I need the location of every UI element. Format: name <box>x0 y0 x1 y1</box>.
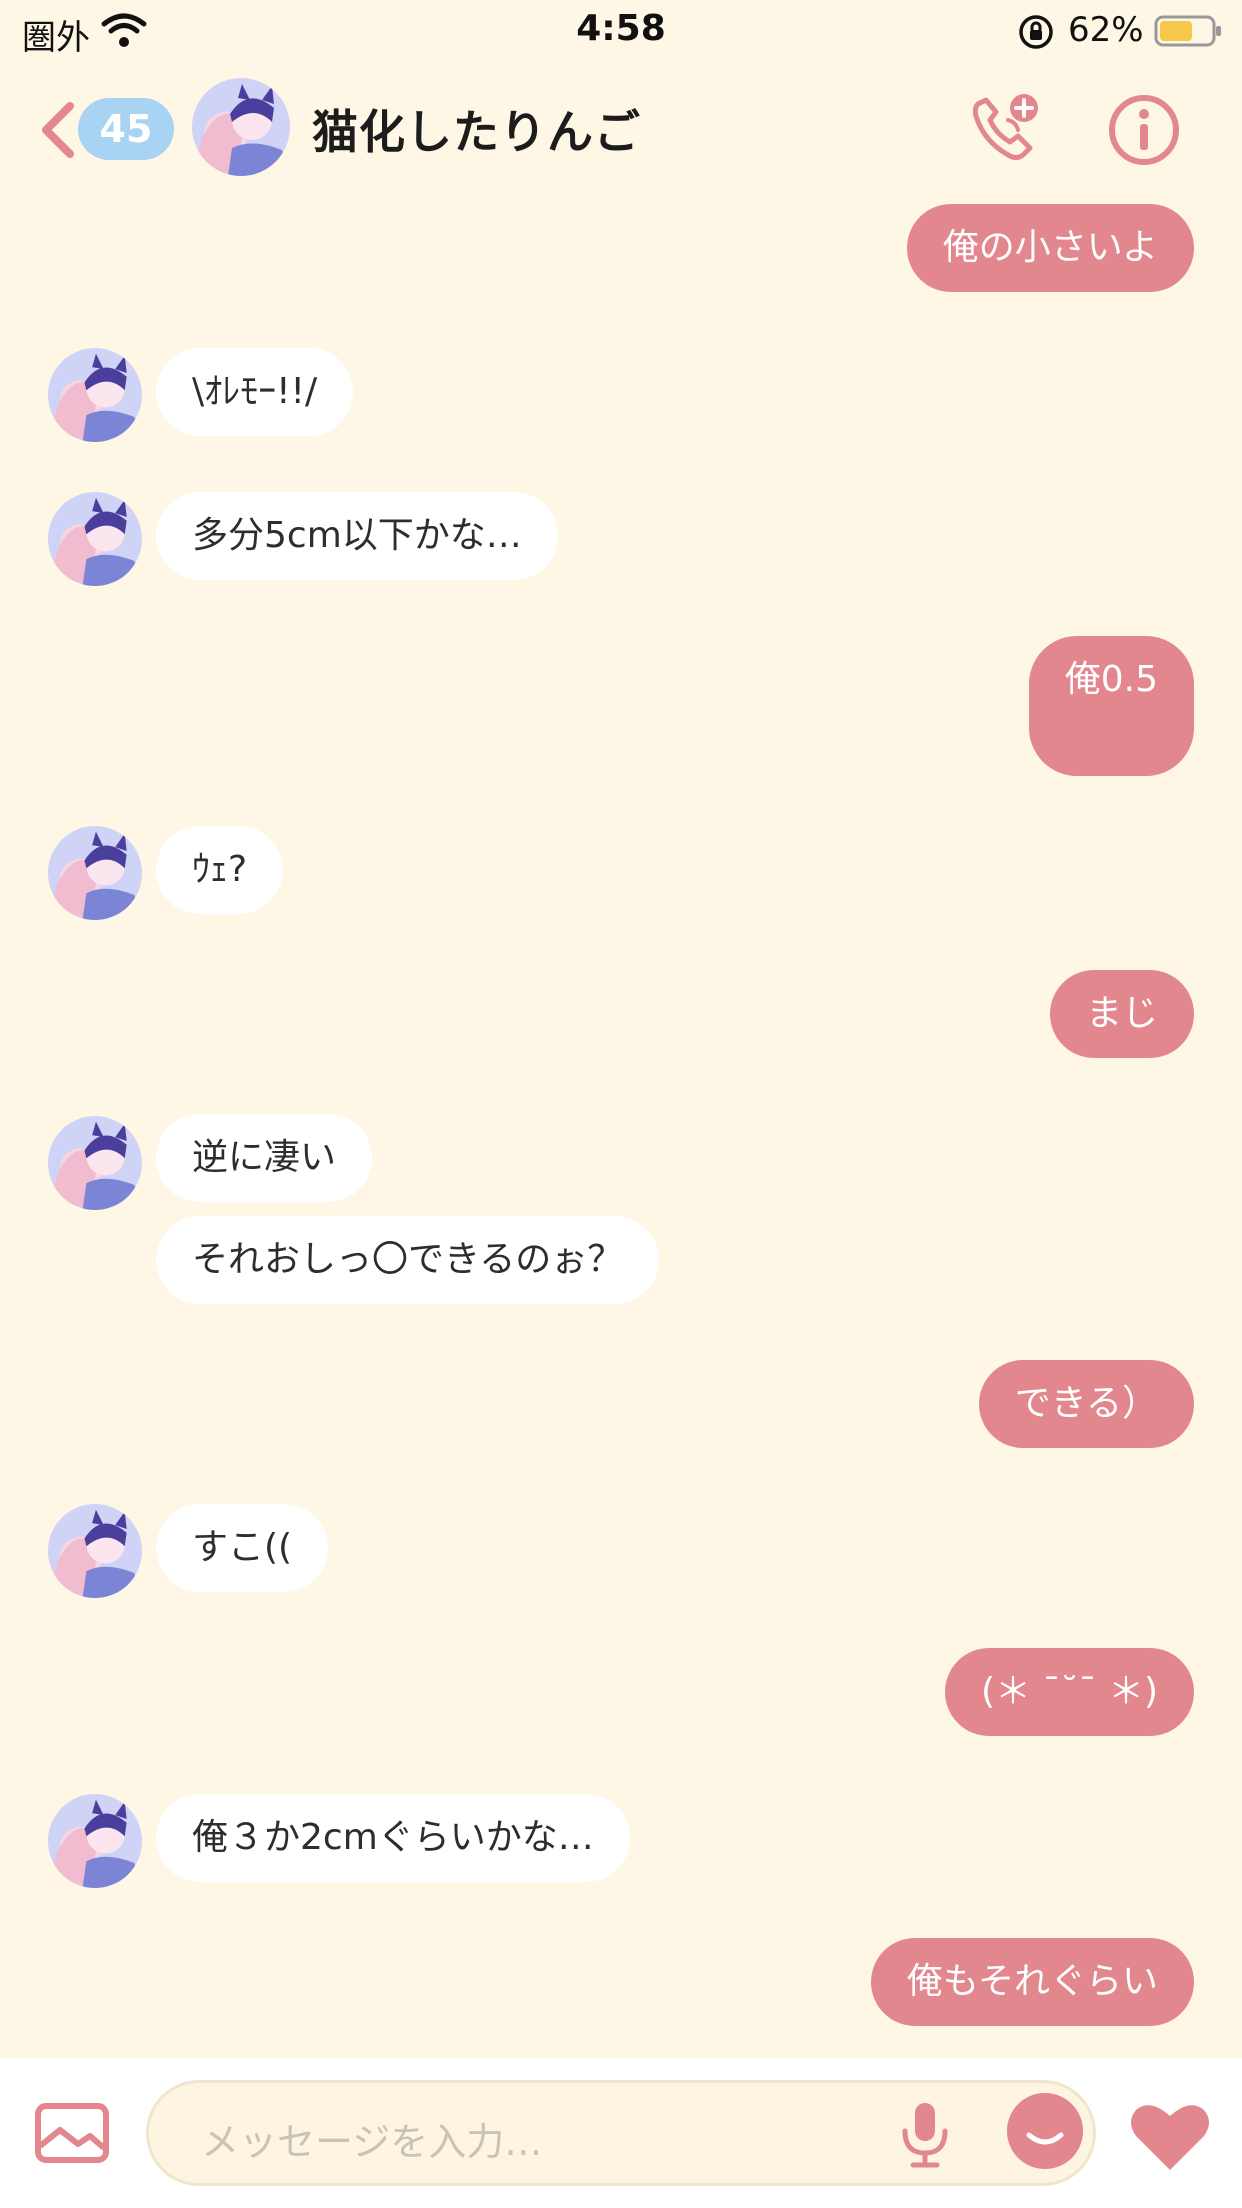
microphone-icon[interactable] <box>895 2099 955 2171</box>
avatar[interactable] <box>48 1794 142 1888</box>
avatar[interactable] <box>48 826 142 920</box>
incoming-message[interactable]: 多分5cm以下かな… <box>156 492 558 580</box>
incoming-message[interactable]: 俺３か2cmぐらいかな… <box>156 1794 630 1882</box>
outgoing-message[interactable]: (＊ ˉ˘ˉ ＊) <box>945 1648 1194 1736</box>
message-input[interactable]: メッセージを入力… <box>146 2080 1096 2186</box>
outgoing-message[interactable]: 俺の小さいよ <box>906 204 1194 292</box>
outgoing-message[interactable]: 俺0.5 <box>1028 636 1194 776</box>
input-bar: メッセージを入力… <box>0 2058 1242 2208</box>
incoming-message[interactable]: 逆に凄い <box>156 1114 373 1202</box>
image-gallery-icon[interactable] <box>34 2102 110 2164</box>
incoming-message[interactable]: \ｵﾚﾓｰ!!/ <box>156 348 354 436</box>
message-list[interactable]: 俺の小さいよ \ｵﾚﾓｰ!!/ 多分5cm以下かな… 俺0.5 ｳｪ? まじ 逆… <box>0 0 1242 2060</box>
outgoing-message[interactable]: できる） <box>978 1360 1194 1448</box>
incoming-message[interactable]: すこ(( <box>156 1504 329 1592</box>
incoming-message[interactable]: それおしっ〇できるのぉ？ <box>156 1216 660 1304</box>
outgoing-message[interactable]: まじ <box>1049 970 1194 1058</box>
heart-icon[interactable] <box>1128 2100 1212 2174</box>
avatar[interactable] <box>48 1504 142 1598</box>
incoming-message[interactable]: ｳｪ? <box>156 826 284 914</box>
outgoing-message[interactable]: 俺もそれぐらい <box>870 1938 1194 2026</box>
avatar[interactable] <box>48 348 142 442</box>
avatar[interactable] <box>48 492 142 586</box>
emoji-icon[interactable] <box>1007 2093 1083 2169</box>
message-input-placeholder: メッセージを入力… <box>201 2120 543 2164</box>
avatar[interactable] <box>48 1116 142 1210</box>
